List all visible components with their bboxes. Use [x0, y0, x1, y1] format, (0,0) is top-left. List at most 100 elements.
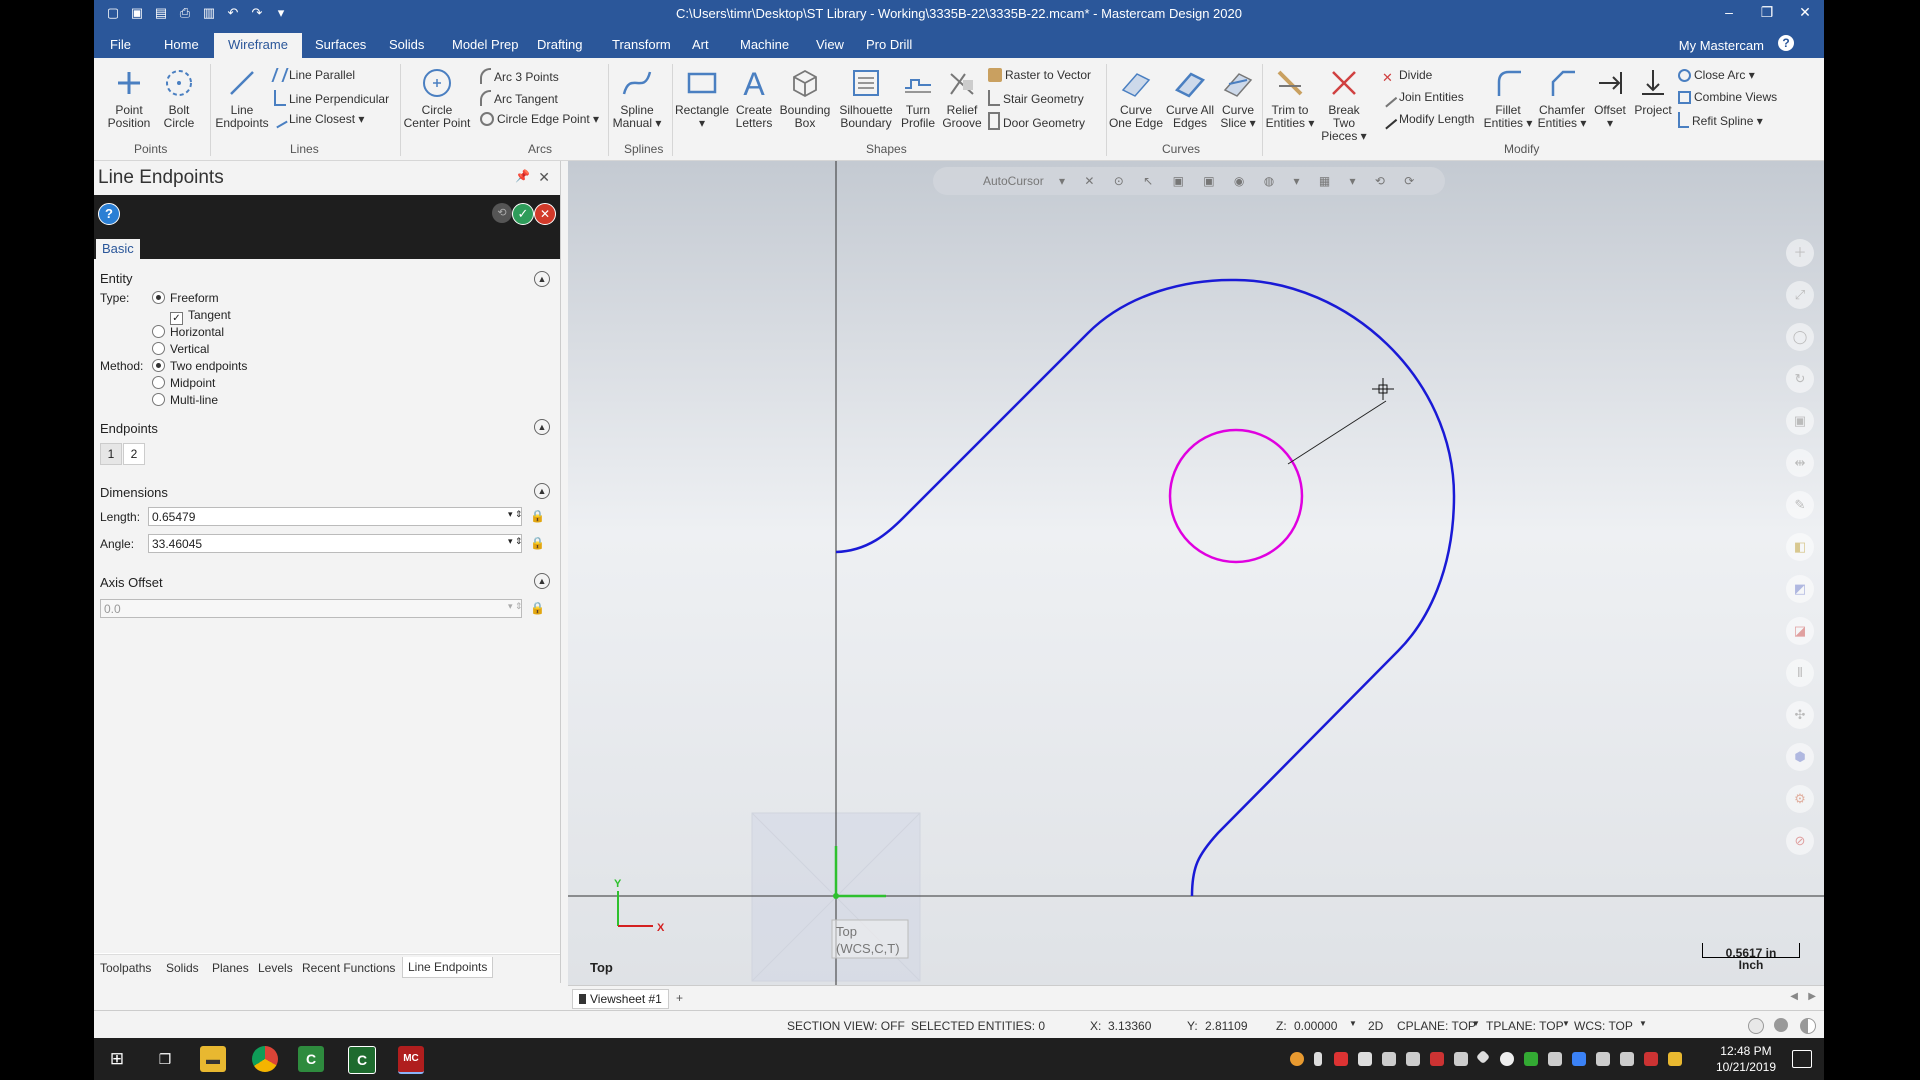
curve-one-edge-button[interactable]: Curve One Edge: [1108, 66, 1164, 130]
wcs-selector[interactable]: WCS: TOP: [1574, 1019, 1633, 1033]
display-icon[interactable]: [1620, 1052, 1634, 1066]
collapse-icon[interactable]: ▲: [534, 573, 550, 589]
fillet-entities-button[interactable]: Fillet Entities ▾: [1482, 66, 1534, 130]
spinner-icon[interactable]: ▾ ⇕: [508, 536, 523, 547]
battery-icon[interactable]: [1382, 1052, 1396, 1066]
tab-line-endpoints[interactable]: Line Endpoints: [402, 957, 494, 978]
tray-app-icon[interactable]: [1548, 1052, 1562, 1066]
2d-3d-toggle[interactable]: 2D: [1368, 1019, 1383, 1033]
close-window-button[interactable]: ✕: [1786, 0, 1824, 28]
taskbar-clock[interactable]: 12:48 PM 10/21/2019: [1716, 1043, 1776, 1075]
wifi-icon[interactable]: [1406, 1052, 1420, 1066]
offset-button[interactable]: Offset ▾: [1590, 66, 1630, 130]
restore-button[interactable]: ❐: [1748, 0, 1786, 28]
rotate-icon[interactable]: ↻: [1786, 365, 1814, 393]
tab-view[interactable]: View: [802, 33, 858, 58]
hole-circle[interactable]: [1168, 428, 1304, 564]
shaded-display-icon[interactable]: [1774, 1018, 1788, 1032]
cube-icon[interactable]: ⬢: [1786, 743, 1814, 771]
camtasia-recorder-icon[interactable]: C: [348, 1046, 376, 1074]
freeform-radio[interactable]: Freeform: [152, 291, 219, 305]
viewsheet-tab[interactable]: Viewsheet #1: [572, 989, 669, 1009]
volume-icon[interactable]: [1454, 1052, 1468, 1066]
line-parallel-button[interactable]: Line Parallel: [271, 68, 355, 82]
wireframe-display-icon[interactable]: [1748, 1018, 1764, 1034]
join-entities-button[interactable]: Join Entities: [1380, 90, 1464, 108]
unzoom-icon[interactable]: ⤢: [1786, 281, 1814, 309]
section-view-status[interactable]: SECTION VIEW: OFF: [787, 1019, 905, 1033]
tab-model-prep[interactable]: Model Prep: [438, 33, 532, 58]
stair-geometry-button[interactable]: Stair Geometry: [988, 90, 1084, 106]
autocursor-label[interactable]: AutoCursor: [983, 174, 1044, 188]
create-letters-button[interactable]: A Create Letters: [732, 66, 776, 130]
chevron-down-icon[interactable]: ▼: [1639, 1019, 1647, 1028]
angle-field[interactable]: 33.46045: [148, 534, 522, 553]
arc-tangent-button[interactable]: Arc Tangent: [480, 90, 558, 106]
line-perpendicular-button[interactable]: Line Perpendicular: [274, 90, 389, 106]
graphics-window[interactable]: Y X Top (WCS,C,T) AutoCursor ▾ ✕ ⊙ ↖ ▣ ▣…: [568, 161, 1824, 985]
rectangle-button[interactable]: Rectangle ▾: [674, 66, 730, 130]
settings-icon[interactable]: ⚙: [1786, 785, 1814, 813]
tray-app-icon[interactable]: [1596, 1052, 1610, 1066]
part-profile[interactable]: [835, 278, 1456, 897]
selected-entities-status[interactable]: SELECTED ENTITIES: 0: [911, 1019, 1045, 1033]
spline-manual-button[interactable]: Spline Manual ▾: [612, 66, 662, 130]
silhouette-boundary-button[interactable]: Silhouette Boundary: [836, 66, 896, 130]
tab-wireframe[interactable]: Wireframe: [214, 33, 302, 58]
modify-length-button[interactable]: Modify Length: [1380, 112, 1474, 130]
clear-colors-icon[interactable]: ⫴: [1786, 659, 1814, 687]
tab-machine[interactable]: Machine: [726, 33, 803, 58]
tray-app-icon[interactable]: [1475, 1049, 1491, 1065]
tab-toolpaths[interactable]: Toolpaths: [100, 961, 151, 975]
tray-app-icon[interactable]: [1430, 1052, 1444, 1066]
translate-icon[interactable]: ✣: [1786, 701, 1814, 729]
scroll-left-icon[interactable]: ◀: [1790, 991, 1798, 1002]
lock-icon[interactable]: 🔒: [530, 509, 545, 523]
help-icon[interactable]: ?: [98, 203, 120, 225]
tab-solids[interactable]: Solids: [375, 33, 438, 58]
camtasia-icon[interactable]: C: [298, 1046, 324, 1072]
file-explorer-icon[interactable]: ▬: [200, 1046, 226, 1072]
tab-file[interactable]: File: [96, 33, 145, 58]
project-button[interactable]: Project: [1632, 66, 1674, 117]
multi-line-radio[interactable]: Multi-line: [152, 393, 218, 407]
close-arc-button[interactable]: Close Arc ▾: [1678, 68, 1755, 82]
chevron-down-icon[interactable]: ▼: [1562, 1019, 1570, 1028]
translucency-icon[interactable]: [1800, 1018, 1816, 1034]
line-endpoints-button[interactable]: Line Endpoints: [214, 66, 270, 130]
microphone-icon[interactable]: [1314, 1052, 1322, 1066]
chrome-icon[interactable]: [252, 1046, 278, 1072]
chevron-down-icon[interactable]: ▼: [1472, 1019, 1480, 1028]
cancel-icon[interactable]: ✕: [534, 203, 556, 225]
curve-all-edges-button[interactable]: Curve All Edges: [1164, 66, 1216, 130]
point-position-button[interactable]: Point Position: [104, 66, 154, 130]
chamfer-entities-button[interactable]: Chamfer Entities ▾: [1536, 66, 1588, 130]
z-depth-field[interactable]: 0.00000: [1294, 1019, 1337, 1033]
collapse-icon[interactable]: ▲: [534, 271, 550, 287]
analyze-icon[interactable]: ✎: [1786, 491, 1814, 519]
circle-edge-point-button[interactable]: Circle Edge Point ▾: [480, 112, 599, 126]
scroll-right-icon[interactable]: ▶: [1808, 991, 1816, 1002]
drawing-canvas[interactable]: Y X Top (WCS,C,T): [568, 161, 1824, 985]
shade-icon[interactable]: ◧: [1786, 533, 1814, 561]
fit-icon[interactable]: ◯: [1786, 323, 1814, 351]
tab-recent-functions[interactable]: Recent Functions: [302, 961, 395, 975]
turn-profile-button[interactable]: Turn Profile: [898, 66, 938, 130]
autocursor-toolbar[interactable]: AutoCursor ▾ ✕ ⊙ ↖ ▣ ▣ ◉ ◍ ▾ ▦ ▾ ⟲ ⟳: [933, 167, 1445, 195]
endpoint-1-button[interactable]: 1: [100, 443, 122, 465]
bounding-box-button[interactable]: Bounding Box: [778, 66, 832, 130]
raster-to-vector-button[interactable]: Raster to Vector: [988, 68, 1091, 82]
ok-and-create-icon[interactable]: ⟲: [492, 203, 512, 223]
autocursor-snap-icons[interactable]: ▾ ✕ ⊙ ↖ ▣ ▣ ◉ ◍ ▾ ▦ ▾ ⟲ ⟳: [1059, 174, 1422, 188]
bluetooth-icon[interactable]: [1572, 1052, 1586, 1066]
collapse-icon[interactable]: ▲: [534, 419, 550, 435]
spinner-icon[interactable]: ▾ ⇕: [508, 601, 523, 612]
tray-app-icon[interactable]: [1290, 1052, 1304, 1066]
spinner-icon[interactable]: ▾ ⇕: [508, 509, 523, 520]
tab-surfaces[interactable]: Surfaces: [301, 33, 380, 58]
midpoint-radio[interactable]: Midpoint: [152, 376, 215, 390]
tab-planes[interactable]: Planes: [212, 961, 249, 975]
break-two-pieces-button[interactable]: Break Two Pieces ▾: [1318, 66, 1370, 143]
my-mastercam-link[interactable]: My Mastercam: [1679, 38, 1764, 53]
cplane-selector[interactable]: CPLANE: TOP: [1397, 1019, 1476, 1033]
